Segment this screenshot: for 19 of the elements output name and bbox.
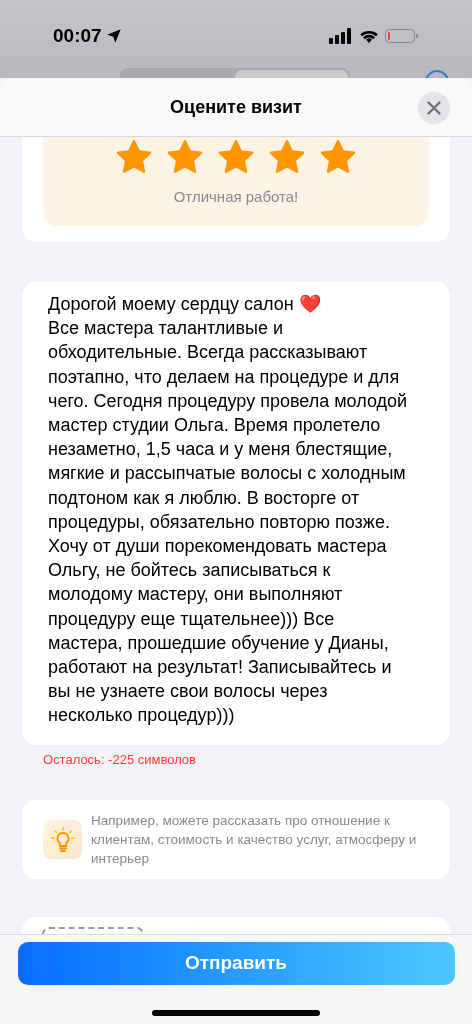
review-text: Дорогой моему сердцу салон ❤ Все мастера талантливые и обходительные. Всегда рассказывают поэтапно, что делаем на процедуре и для чего. Сегодня процедуру провела молодой мастер студии Ольга. Время пролетело незаметно, 1,5 часа и у меня блестящие, мягкие и рассыпчатые волосы с холодным подтоном как я люблю. В восторге от процедуры, обязательно повторю позже. Хочу от души порекомендовать мастера Ольгу, не бойтесь записываться к молодому мастеру, они выполняют процедуру еще тщательнее))) Все мастера, прошедшие обучение у Дианы, работают на результат! Записывайтесь и вы не узнаете свои волосы через несколько процедур))): [48, 293, 409, 728]
lightbulb-icon: [43, 820, 82, 859]
hint-text: Например, можете рассказать про отношение к клиентам, стоимость и качество услуг, атмосферу и интерьер: [91, 812, 418, 868]
rating-caption: Отличная работа!: [173, 188, 299, 205]
star-icon[interactable]: [167, 140, 203, 173]
wifi-icon: [359, 28, 379, 45]
star-icon[interactable]: [320, 140, 356, 173]
character-counter: Осталось: -225 символов: [42, 752, 197, 767]
star-icon[interactable]: [269, 140, 305, 173]
submit-button[interactable]: Отправить: [17, 942, 455, 985]
location-icon: [105, 28, 122, 45]
sheet-title: Оцените визит: [170, 95, 302, 119]
star-icon[interactable]: [116, 140, 152, 173]
battery-icon: [385, 28, 419, 45]
signal-icon: [329, 28, 353, 45]
close-icon: [427, 101, 441, 115]
star-icon[interactable]: [218, 140, 254, 173]
status-time: 00:07: [53, 24, 102, 48]
close-button[interactable]: [418, 92, 450, 124]
